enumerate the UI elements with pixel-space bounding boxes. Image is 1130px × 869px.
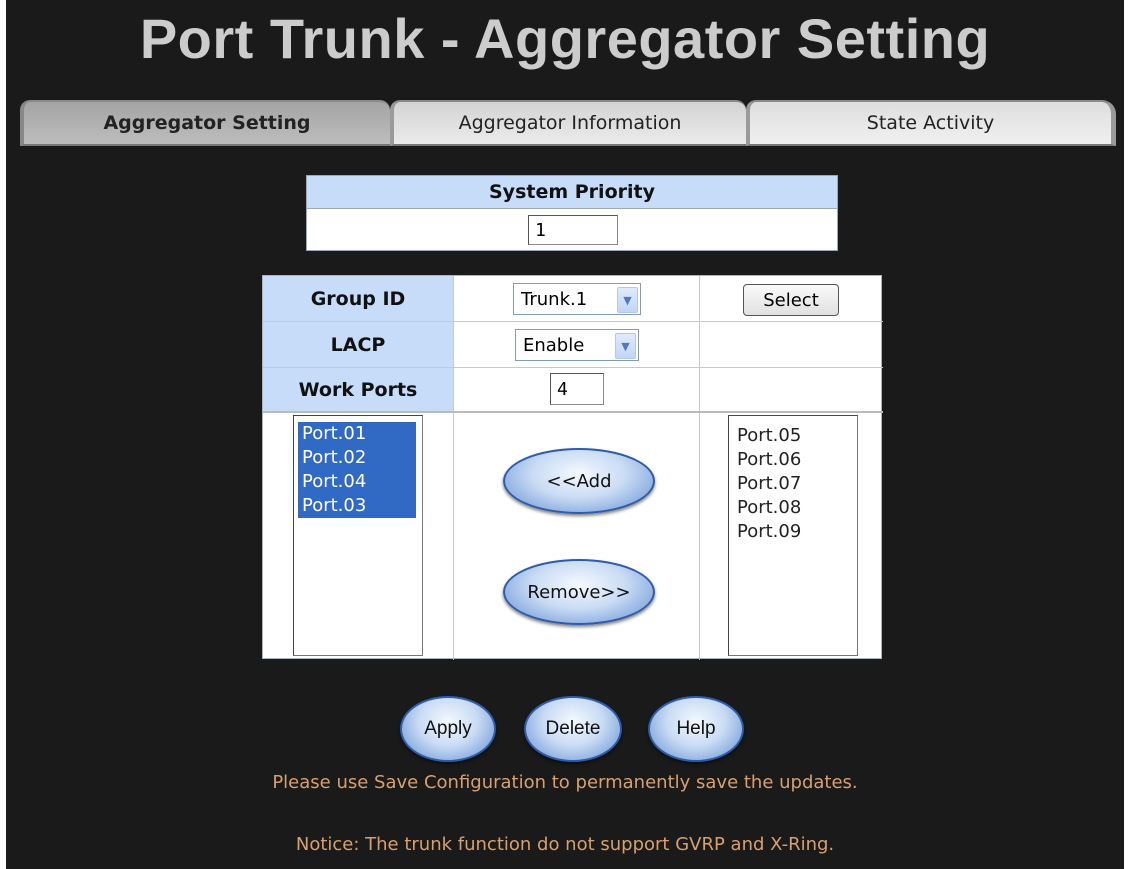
system-priority-label: System Priority bbox=[307, 176, 837, 209]
system-priority-input[interactable] bbox=[528, 215, 618, 245]
apply-button[interactable]: Apply bbox=[400, 696, 496, 762]
list-item[interactable]: Port.09 bbox=[733, 520, 853, 544]
list-item[interactable]: Port.05 bbox=[733, 424, 853, 448]
available-ports-list[interactable]: Port.05 Port.06 Port.07 Port.08 Port.09 bbox=[728, 415, 858, 656]
list-item[interactable]: Port.07 bbox=[733, 472, 853, 496]
list-item[interactable]: Port.08 bbox=[733, 496, 853, 520]
page: Port Trunk - Aggregator Setting Aggregat… bbox=[6, 0, 1124, 869]
select-button[interactable]: Select bbox=[743, 284, 839, 316]
work-ports-label: Work Ports bbox=[263, 368, 453, 411]
help-button[interactable]: Help bbox=[648, 696, 744, 762]
list-item[interactable]: Port.03 bbox=[298, 494, 416, 518]
list-item[interactable]: Port.06 bbox=[733, 448, 853, 472]
delete-button[interactable]: Delete bbox=[524, 696, 622, 762]
system-priority-table: System Priority bbox=[306, 175, 838, 251]
tab-aggregator-information[interactable]: Aggregator Information bbox=[390, 100, 746, 146]
list-item[interactable]: Port.02 bbox=[298, 446, 416, 470]
tab-aggregator-setting[interactable]: Aggregator Setting bbox=[20, 100, 390, 146]
lacp-select[interactable]: Enable ▼ bbox=[515, 329, 639, 361]
trunk-notice: Notice: The trunk function do not suppor… bbox=[295, 834, 835, 855]
page-title: Port Trunk - Aggregator Setting bbox=[139, 7, 991, 70]
save-config-note: Please use Save Configuration to permane… bbox=[272, 772, 858, 793]
remove-button[interactable]: Remove>> bbox=[503, 559, 655, 625]
add-button[interactable]: <<Add bbox=[503, 448, 655, 514]
group-id-label: Group ID bbox=[263, 276, 453, 321]
chevron-down-icon: ▼ bbox=[615, 333, 636, 359]
group-id-value: Trunk.1 bbox=[521, 288, 588, 310]
work-ports-input[interactable] bbox=[550, 373, 604, 405]
tab-state-activity[interactable]: State Activity bbox=[746, 100, 1116, 146]
list-item[interactable]: Port.04 bbox=[298, 470, 416, 494]
trunk-settings-table: Group ID LACP Work Ports Trunk.1 ▼ Selec… bbox=[262, 275, 883, 660]
lacp-label: LACP bbox=[263, 322, 453, 367]
member-ports-list[interactable]: Port.01 Port.02 Port.04 Port.03 bbox=[293, 415, 423, 656]
group-id-select[interactable]: Trunk.1 ▼ bbox=[513, 283, 641, 315]
chevron-down-icon: ▼ bbox=[617, 287, 638, 313]
list-item[interactable]: Port.01 bbox=[298, 422, 416, 446]
lacp-value: Enable bbox=[523, 334, 585, 356]
